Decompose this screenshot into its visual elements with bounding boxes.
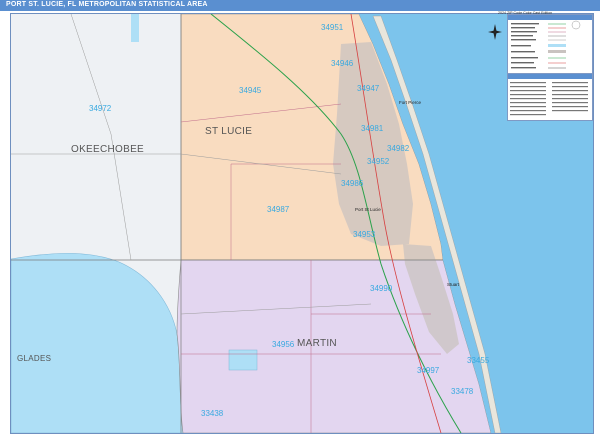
zip-label-34982: 34982: [387, 144, 410, 153]
county-label-martin: MARTIN: [297, 338, 337, 349]
title-bar: PORT ST. LUCIE, FL METROPOLITAN STATISTI…: [0, 0, 600, 11]
zip-label-34947: 34947: [357, 84, 380, 93]
zip-label-34997: 34997: [417, 366, 440, 375]
zip-label-34952: 34952: [367, 157, 390, 166]
map-legend: [507, 14, 593, 74]
zip-label-34945: 34945: [239, 86, 262, 95]
map-graphic: [11, 14, 593, 433]
zip-label-34987: 34987: [267, 205, 290, 214]
zip-label-34953: 34953: [353, 230, 376, 239]
city-label-fort-pierce: Fort Pierce: [399, 100, 422, 105]
zip-label-34951: 34951: [321, 23, 344, 32]
zip-code-index: [507, 73, 593, 121]
zip-label-33455: 33455: [467, 356, 490, 365]
map-poster: PORT ST. LUCIE, FL METROPOLITAN STATISTI…: [0, 0, 600, 437]
city-label-stuart: Stuart: [447, 282, 460, 287]
preserve-lake: [228, 349, 258, 371]
zip-label-34972: 34972: [89, 104, 112, 113]
county-label-okeechobee: OKEECHOBEE: [71, 144, 145, 155]
small-lake: [131, 14, 139, 42]
county-label-st-lucie: ST LUCIE: [205, 126, 253, 137]
zip-label-34946: 34946: [331, 59, 354, 68]
zip-label-34956: 34956: [272, 340, 295, 349]
zip-label-34986: 34986: [341, 179, 364, 188]
map-title: PORT ST. LUCIE, FL METROPOLITAN STATISTI…: [6, 1, 208, 8]
city-label-port-st-lucie: Port St Lucie: [355, 207, 381, 212]
compass-rose-icon: [488, 24, 502, 40]
county-label-glades: GLADES: [17, 354, 52, 363]
zip-label-33438: 33438: [201, 409, 224, 418]
zip-label-34981: 34981: [361, 124, 384, 133]
zip-label-33478: 33478: [451, 387, 474, 396]
zip-label-34990: 34990: [370, 284, 393, 293]
